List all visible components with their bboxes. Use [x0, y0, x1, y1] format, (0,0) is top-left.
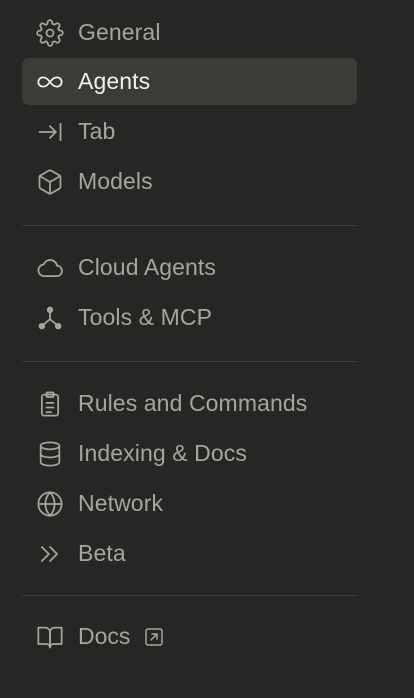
gear-icon	[36, 18, 64, 47]
divider	[22, 225, 357, 226]
network-nodes-icon	[36, 304, 64, 332]
sidebar-item-label: Indexing & Docs	[78, 440, 247, 466]
sidebar-item-label: Tools & MCP	[78, 304, 213, 330]
sidebar-item-models[interactable]: Models	[22, 158, 357, 205]
sidebar-item-label: Docs	[78, 623, 131, 649]
sidebar-item-general[interactable]: General	[22, 9, 357, 56]
sidebar-item-label: Network	[78, 490, 164, 516]
sidebar-item-indexing-docs[interactable]: Indexing & Docs	[22, 430, 357, 477]
sidebar-item-label: Beta	[78, 540, 126, 566]
sidebar-item-label: Tab	[78, 118, 116, 144]
sidebar-item-label: Cloud Agents	[78, 254, 217, 280]
sidebar-item-cloud-agents[interactable]: Cloud Agents	[22, 244, 357, 291]
sidebar-item-beta[interactable]: Beta	[22, 530, 357, 577]
external-link-icon	[144, 627, 164, 647]
double-chevron-right-icon	[36, 540, 64, 568]
sidebar-item-label: Agents	[78, 68, 151, 94]
sidebar-item-rules-commands[interactable]: Rules and Commands	[22, 380, 357, 427]
book-icon	[36, 623, 64, 651]
divider	[22, 361, 357, 362]
sidebar-item-label: General	[78, 19, 161, 45]
sidebar-item-docs[interactable]: Docs	[22, 613, 357, 660]
sidebar-item-tools-mcp[interactable]: Tools & MCP	[22, 294, 357, 341]
docs-link: Docs	[78, 623, 164, 650]
clipboard-icon	[36, 390, 64, 418]
sidebar-item-tab[interactable]: Tab	[22, 108, 357, 155]
sidebar-item-agents[interactable]: Agents	[22, 58, 357, 105]
cloud-icon	[36, 254, 64, 282]
infinity-icon	[36, 68, 64, 96]
sidebar-item-network[interactable]: Network	[22, 480, 357, 527]
globe-icon	[36, 490, 64, 518]
sidebar-item-label: Models	[78, 168, 153, 194]
settings-sidebar: General Agents Tab Models Cloud Agents T…	[0, 0, 414, 698]
cube-icon	[36, 168, 64, 196]
database-icon	[36, 440, 64, 468]
sidebar-item-label: Rules and Commands	[78, 390, 308, 416]
divider	[22, 595, 357, 596]
arrow-right-to-line-icon	[36, 118, 64, 146]
